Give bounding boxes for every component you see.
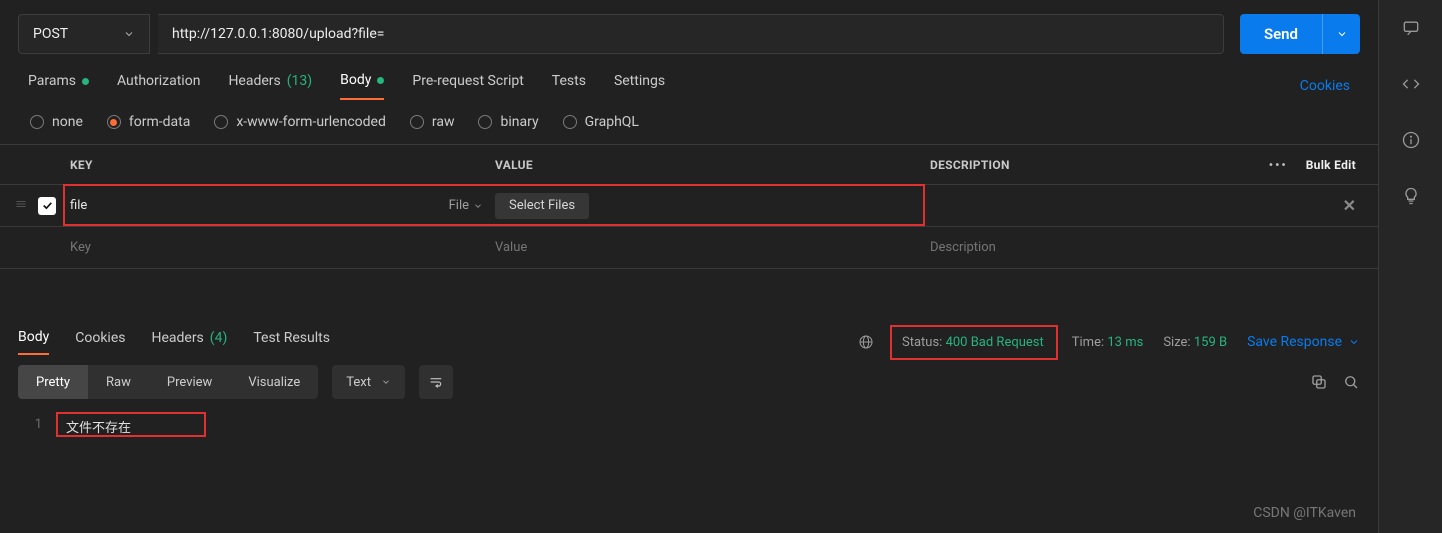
tab-prerequest[interactable]: Pre-request Script bbox=[412, 73, 523, 99]
bodytype-binary[interactable]: binary bbox=[478, 114, 538, 130]
value-input-empty[interactable] bbox=[495, 240, 930, 255]
select-files-button[interactable]: Select Files bbox=[495, 193, 589, 219]
view-preview[interactable]: Preview bbox=[149, 365, 230, 399]
value-type-select[interactable]: File bbox=[449, 198, 483, 213]
save-response-button[interactable]: Save Response bbox=[1247, 334, 1360, 350]
chevron-down-icon bbox=[473, 201, 483, 211]
resp-tab-body[interactable]: Body bbox=[18, 329, 49, 355]
more-icon[interactable]: ••• bbox=[1269, 158, 1288, 172]
radio-icon bbox=[214, 115, 228, 129]
delete-row-icon[interactable]: ✕ bbox=[1343, 196, 1356, 215]
request-url-input[interactable] bbox=[158, 14, 1224, 54]
resp-tab-headers[interactable]: Headers (4) bbox=[151, 330, 227, 354]
view-mode-segment: Pretty Raw Preview Visualize bbox=[18, 365, 318, 399]
response-text: 文件不存在 bbox=[58, 420, 139, 437]
size-value: 159 B bbox=[1194, 335, 1227, 350]
comments-icon[interactable] bbox=[1401, 18, 1421, 38]
lightbulb-icon[interactable] bbox=[1401, 186, 1421, 206]
radio-icon bbox=[107, 115, 121, 129]
bodytype-raw[interactable]: raw bbox=[410, 114, 455, 130]
drag-handle-icon[interactable] bbox=[14, 197, 28, 215]
tab-headers[interactable]: Headers (13) bbox=[228, 73, 312, 99]
info-icon[interactable] bbox=[1401, 130, 1421, 150]
chevron-down-icon bbox=[1348, 336, 1360, 348]
line-number: 1 bbox=[18, 417, 58, 436]
tab-authorization[interactable]: Authorization bbox=[117, 73, 200, 99]
time-value: 13 ms bbox=[1107, 335, 1143, 350]
size-label: Size: bbox=[1163, 335, 1190, 350]
time-label: Time: bbox=[1072, 335, 1104, 350]
key-input[interactable] bbox=[70, 198, 449, 213]
bodytype-graphql[interactable]: GraphQL bbox=[563, 114, 639, 130]
view-pretty[interactable]: Pretty bbox=[18, 365, 88, 399]
chevron-down-icon bbox=[381, 377, 391, 387]
watermark: CSDN @ITKaven bbox=[1253, 505, 1356, 521]
http-method-select[interactable]: POST bbox=[18, 14, 150, 54]
tab-tests[interactable]: Tests bbox=[552, 73, 586, 99]
radio-icon bbox=[563, 115, 577, 129]
globe-icon[interactable] bbox=[858, 334, 874, 350]
status-label: Status: bbox=[902, 335, 942, 350]
http-method-label: POST bbox=[33, 26, 68, 42]
row-checkbox[interactable] bbox=[38, 197, 56, 215]
radio-icon bbox=[410, 115, 424, 129]
send-button[interactable]: Send bbox=[1240, 14, 1322, 54]
tab-body[interactable]: Body bbox=[340, 72, 384, 100]
status-dot-icon bbox=[377, 77, 384, 84]
col-description: DESCRIPTION bbox=[930, 158, 1248, 172]
tab-settings[interactable]: Settings bbox=[614, 73, 665, 99]
view-visualize[interactable]: Visualize bbox=[230, 365, 318, 399]
bodytype-none[interactable]: none bbox=[30, 114, 83, 130]
bulk-edit-button[interactable]: Bulk Edit bbox=[1306, 158, 1356, 172]
status-dot-icon bbox=[82, 78, 89, 85]
format-select[interactable]: Text bbox=[332, 365, 405, 399]
resp-tab-tests[interactable]: Test Results bbox=[253, 330, 330, 354]
key-input-empty[interactable] bbox=[70, 240, 495, 255]
status-value: 400 Bad Request bbox=[946, 335, 1044, 350]
resp-tab-cookies[interactable]: Cookies bbox=[75, 330, 125, 354]
tab-params[interactable]: Params bbox=[28, 73, 89, 99]
radio-icon bbox=[30, 115, 44, 129]
chevron-down-icon bbox=[123, 28, 135, 40]
cookies-link[interactable]: Cookies bbox=[1300, 78, 1350, 94]
col-value: VALUE bbox=[495, 158, 930, 172]
view-raw[interactable]: Raw bbox=[88, 365, 149, 399]
bodytype-xwww[interactable]: x-www-form-urlencoded bbox=[214, 114, 386, 130]
send-dropdown[interactable] bbox=[1322, 14, 1360, 54]
wrap-lines-button[interactable] bbox=[419, 365, 453, 399]
wrap-icon bbox=[428, 374, 444, 390]
col-key: KEY bbox=[70, 158, 495, 172]
search-icon[interactable] bbox=[1342, 373, 1360, 391]
radio-icon bbox=[478, 115, 492, 129]
bodytype-formdata[interactable]: form-data bbox=[107, 114, 190, 130]
chevron-down-icon bbox=[1336, 28, 1348, 40]
copy-icon[interactable] bbox=[1310, 373, 1328, 391]
desc-input-empty[interactable] bbox=[930, 240, 1240, 255]
code-icon[interactable] bbox=[1401, 74, 1421, 94]
